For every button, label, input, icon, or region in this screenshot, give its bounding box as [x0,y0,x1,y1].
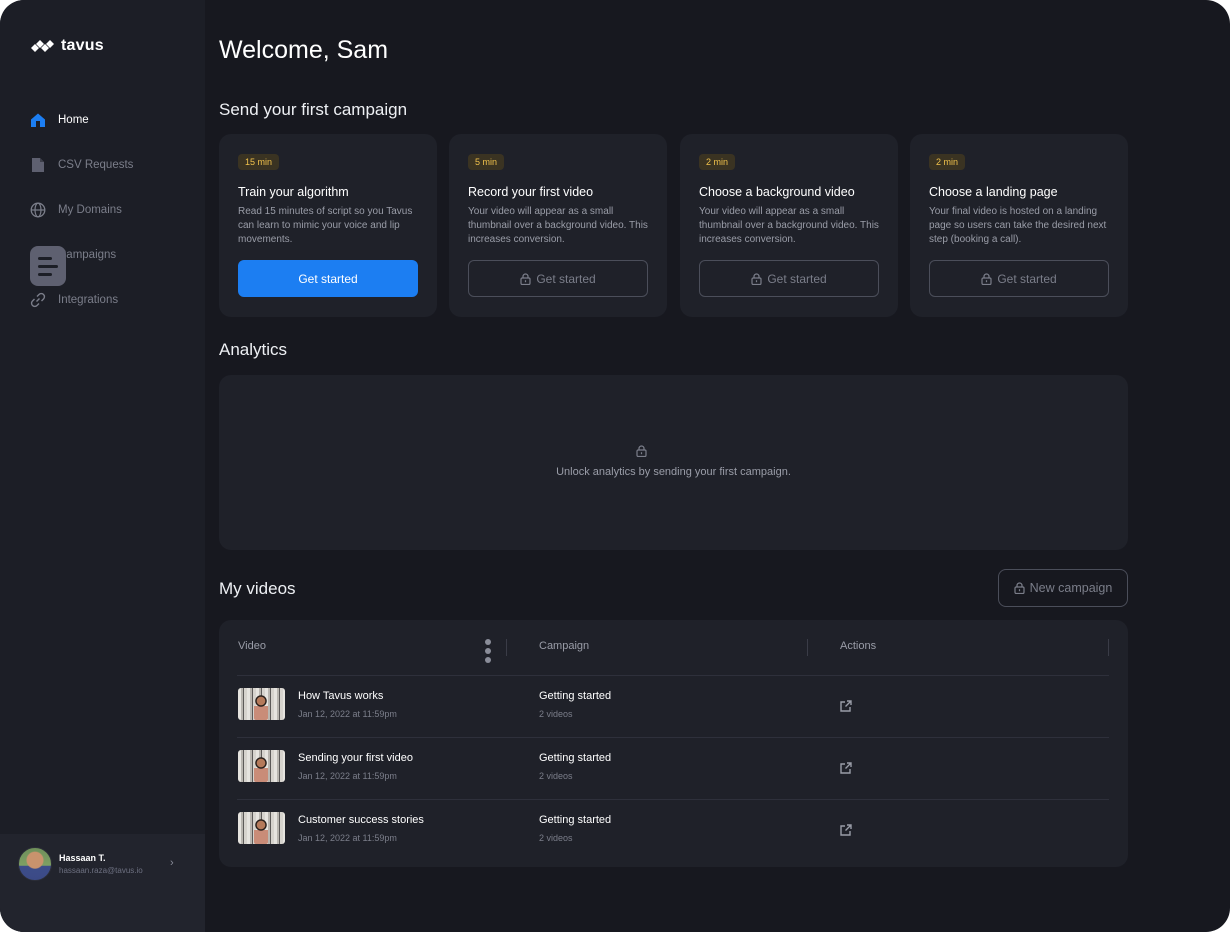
tavus-logo-icon [31,40,54,52]
campaign-name[interactable]: Getting started [539,814,611,826]
button-label: Get started [767,271,827,286]
analytics-locked-message: Unlock analytics by sending your first c… [556,466,791,478]
campaign-section-title: Send your first campaign [219,100,408,119]
button-label: Get started [997,271,1057,286]
more-options-icon[interactable] [484,639,492,663]
videos-title: My videos [219,579,296,598]
time-badge: 15 min [238,154,280,170]
onboarding-card-background: 2 min Choose a background video Your vid… [680,134,898,317]
card-title: Choose a landing page [929,185,1058,199]
table-row[interactable]: Sending your first video Jan 12, 2022 at… [219,738,1128,800]
card-description: Your final video is hosted on a landing … [929,206,1107,245]
video-thumbnail[interactable] [238,750,285,782]
sidebar: tavus Home CSV Requests My Domains Campa… [0,0,205,932]
page-title: Welcome, Sam [219,36,389,64]
video-thumbnail[interactable] [238,688,285,720]
brand-name: tavus [61,37,104,54]
videos-table: Video Campaign Actions How Tavus works J… [219,620,1128,867]
analytics-panel: Unlock analytics by sending your first c… [219,375,1128,550]
app-window: tavus Home CSV Requests My Domains Campa… [0,0,1230,932]
sidebar-item-csv-requests[interactable]: CSV Requests [30,154,133,176]
column-header-campaign[interactable]: Campaign [539,640,589,652]
avatar [18,847,52,881]
analytics-title: Analytics [219,340,288,359]
time-badge: 2 min [929,154,966,170]
campaign-name[interactable]: Getting started [539,752,611,764]
lock-icon [751,272,762,285]
main-content: Welcome, Sam Send your first campaign 15… [219,0,1219,932]
video-thumbnail[interactable] [238,812,285,844]
time-badge: 2 min [699,154,736,170]
campaign-name[interactable]: Getting started [539,690,611,702]
column-header-actions[interactable]: Actions [840,640,876,652]
sidebar-item-label: Home [58,114,89,126]
table-row[interactable]: How Tavus works Jan 12, 2022 at 11:59pm … [219,676,1128,738]
card-description: Read 15 minutes of script so you Tavus c… [238,206,413,245]
column-header-video[interactable]: Video [238,640,266,652]
sidebar-item-label: My Domains [58,204,122,216]
card-description: Your video will appear as a small thumbn… [468,206,648,245]
menu-toggle-icon[interactable] [30,246,66,286]
sidebar-item-label: CSV Requests [58,159,134,171]
share-icon[interactable] [839,823,853,837]
lock-icon [1014,582,1025,594]
user-profile[interactable]: Hassaan T. hassaan.raza@tavus.io › [0,834,205,932]
column-divider [506,639,507,656]
user-email: hassaan.raza@tavus.io [59,866,143,875]
button-label: New campaign [1029,581,1113,595]
sidebar-item-integrations[interactable]: Integrations [30,289,118,311]
card-description: Your video will appear as a small thumbn… [699,206,879,245]
card-title: Train your algorithm [238,185,349,199]
video-title[interactable]: Customer success stories [298,814,424,826]
onboarding-card-train: 15 min Train your algorithm Read 15 minu… [219,134,437,317]
sidebar-item-label: Campaigns [58,249,117,261]
document-icon [32,158,44,172]
button-label: Get started [298,271,358,286]
get-started-button[interactable]: Get started [468,260,648,297]
card-title: Record your first video [468,185,594,199]
onboarding-card-landing: 2 min Choose a landing page Your final v… [910,134,1128,317]
home-icon [31,113,45,127]
column-divider [807,639,808,656]
sidebar-item-my-domains[interactable]: My Domains [30,199,122,221]
onboarding-card-record: 5 min Record your first video Your video… [449,134,667,317]
get-started-button[interactable]: Get started [699,260,879,297]
video-date: Jan 12, 2022 at 11:59pm [298,771,397,781]
time-badge: 5 min [468,154,505,170]
brand-logo[interactable]: tavus [31,37,104,55]
new-campaign-button[interactable]: New campaign [998,569,1128,607]
column-divider [1108,639,1109,656]
get-started-button[interactable]: Get started [238,260,418,297]
user-name: Hassaan T. [59,853,106,863]
video-date: Jan 12, 2022 at 11:59pm [298,833,397,843]
chevron-right-icon[interactable]: › [170,857,174,869]
share-icon[interactable] [839,699,853,713]
button-label: Get started [536,271,596,286]
video-title[interactable]: How Tavus works [298,690,383,702]
campaign-video-count: 2 videos [539,709,573,719]
table-row[interactable]: Customer success stories Jan 12, 2022 at… [219,800,1128,862]
get-started-button[interactable]: Get started [929,260,1109,297]
campaign-video-count: 2 videos [539,771,573,781]
lock-icon [636,445,647,457]
sidebar-item-label: Integrations [58,294,119,306]
video-date: Jan 12, 2022 at 11:59pm [298,709,397,719]
lock-icon [981,272,992,285]
video-title[interactable]: Sending your first video [298,752,413,764]
globe-icon [30,202,46,218]
card-title: Choose a background video [699,185,855,199]
sidebar-item-home[interactable]: Home [30,109,89,131]
campaign-video-count: 2 videos [539,833,573,843]
lock-icon [520,272,531,285]
link-icon [30,292,46,308]
share-icon[interactable] [839,761,853,775]
